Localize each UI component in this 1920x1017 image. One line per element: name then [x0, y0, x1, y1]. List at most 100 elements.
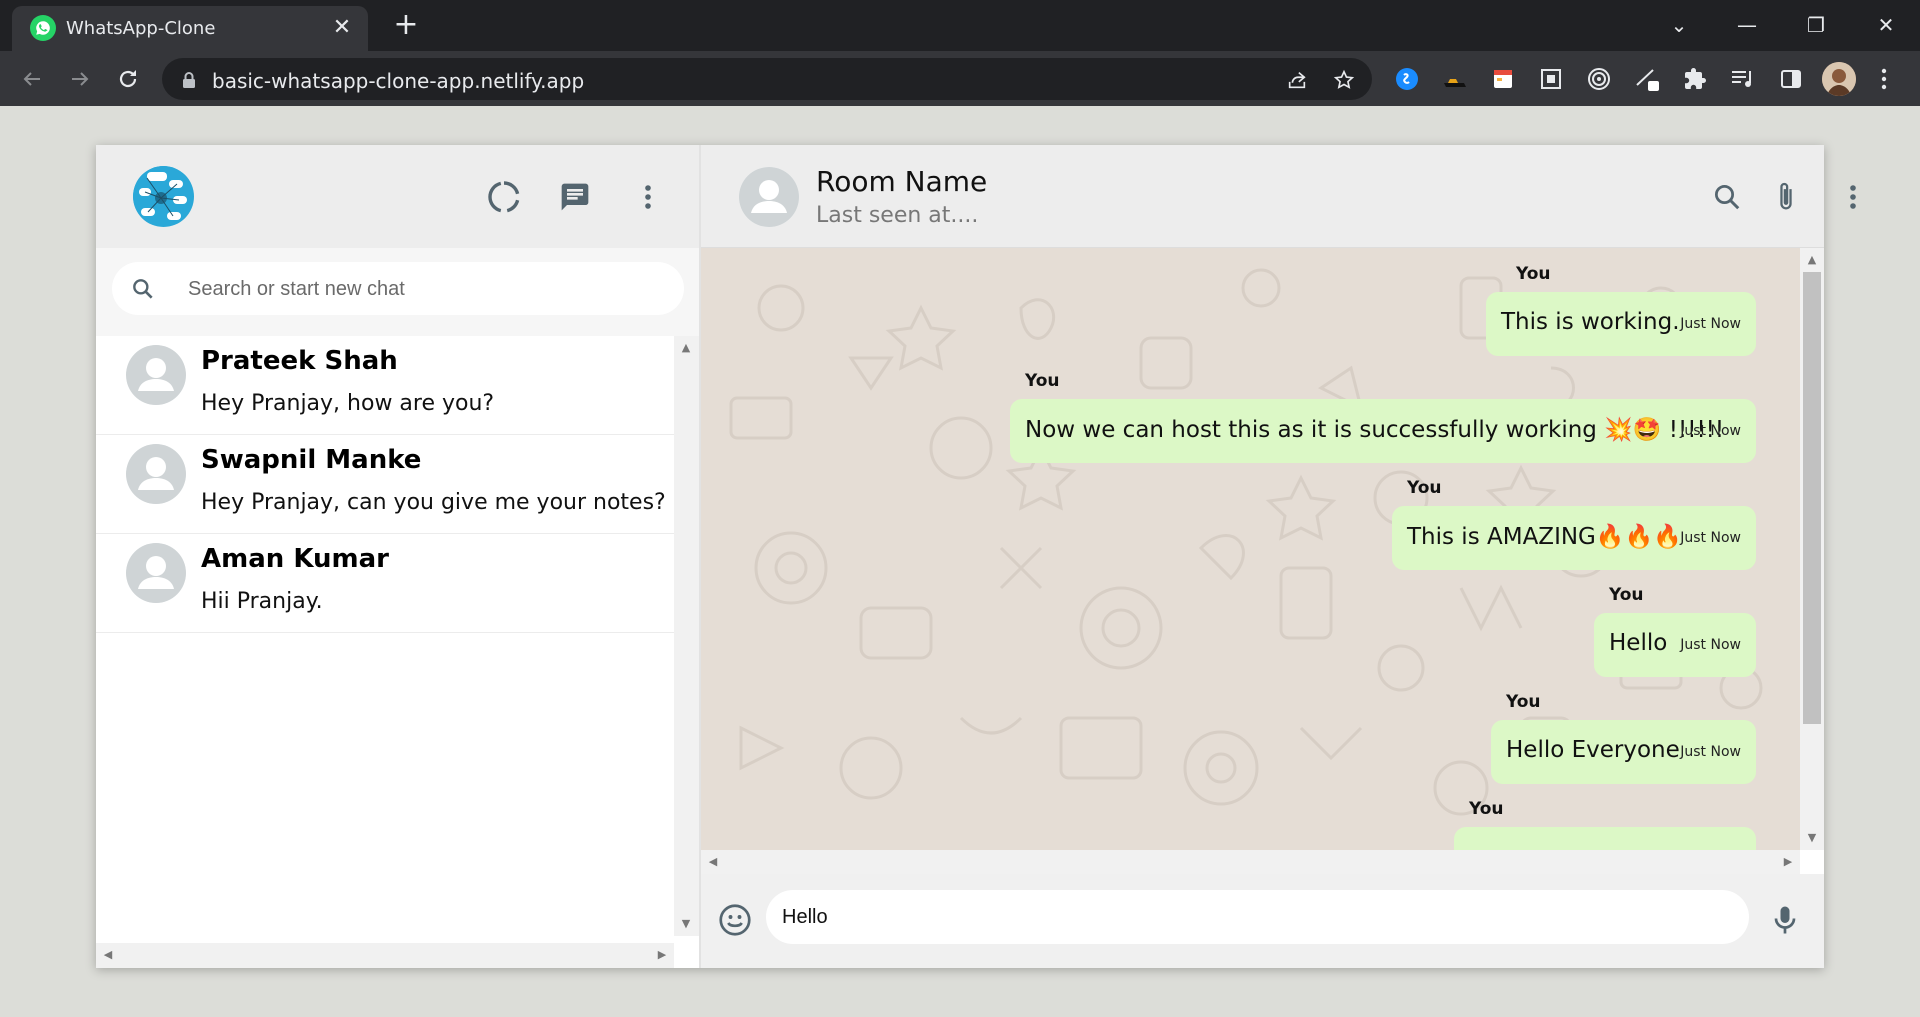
mic-icon[interactable]: [1767, 902, 1803, 938]
shazam-extension-icon[interactable]: [1393, 65, 1421, 93]
scroll-left-arrow[interactable]: ◀: [705, 854, 721, 870]
message-time: Just Now: [1680, 637, 1741, 653]
chat-name: Prateek Shah: [201, 346, 398, 376]
sidebar-header: [96, 145, 699, 248]
room-last-seen: Last seen at....: [816, 203, 979, 228]
reload-icon[interactable]: [112, 63, 144, 95]
message-text: This is AMAZING🔥🔥🔥: [1407, 524, 1682, 550]
address-bar[interactable]: basic-whatsapp-clone-app.netlify.app: [162, 58, 1372, 100]
avatar: [126, 345, 186, 405]
scroll-right-arrow[interactable]: ▶: [1780, 854, 1796, 870]
message-time: Just Now: [1680, 316, 1741, 332]
attach-icon[interactable]: [1766, 177, 1806, 217]
extensions-icon[interactable]: [1681, 65, 1709, 93]
browser-tab[interactable]: WhatsApp-Clone ✕: [12, 6, 368, 51]
sidebar: Prateek Shah Hey Pranjay, how are you? S…: [96, 145, 701, 968]
message-bubble[interactable]: [1454, 827, 1756, 850]
share-icon[interactable]: [1284, 67, 1310, 93]
chat-list-item[interactable]: Prateek Shah Hey Pranjay, how are you?: [96, 336, 674, 435]
message-sender: You: [1469, 799, 1504, 819]
tab-close-button[interactable]: ✕: [328, 14, 356, 42]
window-close-button[interactable]: ✕: [1866, 10, 1906, 40]
chat-name: Swapnil Manke: [201, 445, 422, 475]
chat-header: Room Name Last seen at....: [701, 145, 1856, 248]
search-input[interactable]: [188, 274, 658, 304]
avatar[interactable]: [133, 166, 194, 227]
message-sender: You: [1407, 478, 1442, 498]
message-bubble[interactable]: Hello Everyone Just Now: [1491, 720, 1756, 784]
message-text: This is working.: [1501, 309, 1680, 335]
chat-pane: Room Name Last seen at.... You This is w…: [701, 145, 1856, 968]
avatar: [126, 543, 186, 603]
message-bubble[interactable]: This is working. Just Now: [1486, 292, 1756, 356]
search-bar-container: [96, 248, 699, 336]
tab-search-button[interactable]: ⌄: [1659, 10, 1699, 40]
browser-toolbar: basic-whatsapp-clone-app.netlify.app: [0, 51, 1920, 106]
message-time: Just Now: [1680, 423, 1741, 439]
new-tab-button[interactable]: +: [390, 10, 422, 42]
extension-icon-4[interactable]: [1537, 65, 1565, 93]
scrollbar-thumb[interactable]: [1803, 272, 1821, 724]
message-bubble[interactable]: This is AMAZING🔥🔥🔥 Just Now: [1392, 506, 1756, 570]
message-bubble[interactable]: Hello Just Now: [1594, 613, 1756, 677]
message-sender: You: [1516, 264, 1551, 284]
chrome-menu-icon[interactable]: [1870, 65, 1898, 93]
messages-area: You This is working. Just Now You Now we…: [701, 248, 1800, 850]
scroll-left-arrow[interactable]: ◀: [100, 947, 116, 963]
chat-name: Aman Kumar: [201, 544, 389, 574]
media-control-icon[interactable]: [1729, 65, 1757, 93]
sidebar-vertical-scrollbar[interactable]: ▲ ▼: [674, 336, 699, 936]
back-arrow-icon[interactable]: [16, 63, 48, 95]
avatar[interactable]: [739, 167, 799, 227]
more-vert-icon[interactable]: [629, 178, 667, 216]
message-bubble[interactable]: Now we can host this as it is successful…: [1010, 399, 1756, 463]
extension-icon-2[interactable]: [1441, 65, 1469, 93]
star-icon[interactable]: [1331, 67, 1357, 93]
search-icon: [130, 276, 156, 302]
more-vert-icon[interactable]: [1838, 177, 1868, 217]
messages-vertical-scrollbar[interactable]: ▲ ▼: [1800, 248, 1824, 850]
scroll-up-arrow[interactable]: ▲: [1804, 252, 1820, 268]
scroll-right-arrow[interactable]: ▶: [654, 947, 670, 963]
scroll-down-arrow[interactable]: ▼: [1804, 830, 1820, 846]
restore-button[interactable]: ❐: [1796, 10, 1836, 40]
chat-icon[interactable]: [556, 178, 594, 216]
message-time: Just Now: [1680, 744, 1741, 760]
minimize-button[interactable]: —: [1727, 10, 1767, 40]
message-text: Hello: [1609, 630, 1668, 656]
forward-arrow-icon[interactable]: [64, 63, 96, 95]
emoji-icon[interactable]: [717, 902, 753, 938]
chat-footer: [701, 874, 1824, 968]
chat-last-message: Hey Pranjay, can you give me your notes?: [201, 490, 666, 515]
message-time: Just Now: [1680, 530, 1741, 546]
status-icon[interactable]: [485, 178, 523, 216]
messages-horizontal-scrollbar[interactable]: ◀ ▶: [701, 850, 1800, 874]
chat-list-item[interactable]: Aman Kumar Hii Pranjay.: [96, 534, 674, 633]
chat-list-item[interactable]: Swapnil Manke Hey Pranjay, can you give …: [96, 435, 674, 534]
message-sender: You: [1609, 585, 1644, 605]
message-input[interactable]: [766, 890, 1749, 944]
chat-last-message: Hii Pranjay.: [201, 589, 323, 614]
scroll-down-arrow[interactable]: ▼: [678, 916, 694, 932]
profile-avatar[interactable]: [1822, 62, 1856, 96]
message-sender: You: [1506, 692, 1541, 712]
message-text: Hello Everyone: [1506, 737, 1680, 763]
lock-icon[interactable]: [176, 67, 202, 93]
whatsapp-app: Prateek Shah Hey Pranjay, how are you? S…: [96, 145, 1856, 968]
message-text: Now we can host this as it is successful…: [1025, 417, 1725, 443]
whatsapp-favicon-icon: [30, 15, 56, 41]
extension-icon-6[interactable]: [1633, 65, 1661, 93]
extension-icon-3[interactable]: [1489, 65, 1517, 93]
extension-icon-5[interactable]: [1585, 65, 1613, 93]
side-panel-icon[interactable]: [1777, 65, 1805, 93]
tab-title: WhatsApp-Clone: [66, 18, 216, 39]
chat-list: Prateek Shah Hey Pranjay, how are you? S…: [96, 336, 674, 936]
url-text: basic-whatsapp-clone-app.netlify.app: [212, 69, 585, 93]
browser-tab-bar: WhatsApp-Clone ✕ + ⌄ — ❐ ✕: [0, 0, 1920, 51]
search-box[interactable]: [112, 262, 684, 315]
sidebar-horizontal-scrollbar[interactable]: ◀ ▶: [96, 943, 674, 968]
search-icon[interactable]: [1707, 177, 1747, 217]
room-name: Room Name: [816, 165, 988, 198]
avatar: [126, 444, 186, 504]
scroll-up-arrow[interactable]: ▲: [678, 340, 694, 356]
